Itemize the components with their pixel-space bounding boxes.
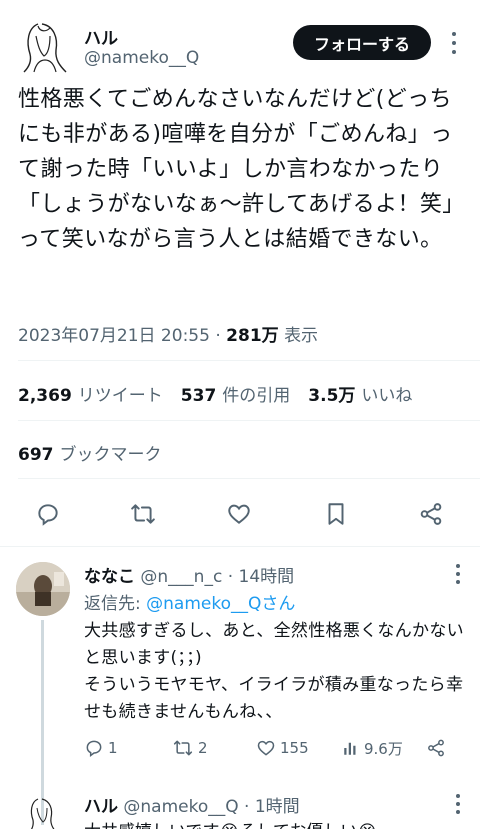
reply-author-handle[interactable]: @n___n_c bbox=[140, 567, 222, 587]
likes-count: 3.5万 bbox=[308, 386, 356, 406]
reply-avatar[interactable] bbox=[16, 562, 70, 616]
reply2-avatar[interactable] bbox=[26, 796, 60, 829]
author-handle[interactable]: @nameko__Q bbox=[84, 48, 199, 68]
like-icon[interactable] bbox=[219, 494, 259, 534]
reply-likes-count: 155 bbox=[280, 739, 309, 757]
quotes-label: 件の引用 bbox=[222, 386, 291, 406]
reply-action-bar: 1 2 155 9.6万 bbox=[84, 734, 464, 762]
thread-line bbox=[41, 620, 44, 825]
reply-like-button[interactable]: 155 bbox=[256, 734, 309, 762]
tweet-meta: 2023年07月21日 20:55 · 281万 表示 bbox=[18, 321, 318, 346]
reply2-header: ハル @nameko__Q · 1時間 bbox=[84, 792, 300, 817]
reply-to-label: 返信先: bbox=[84, 594, 147, 614]
reply-author-name[interactable]: ななこ bbox=[84, 567, 135, 587]
reply-share-button[interactable] bbox=[426, 734, 446, 762]
reply-views-button[interactable]: 9.6万 bbox=[342, 734, 403, 762]
reply-reply-button[interactable]: 1 bbox=[84, 734, 118, 762]
share-icon[interactable] bbox=[411, 494, 451, 534]
reply-separator: · bbox=[227, 567, 234, 587]
reply-retweet-button[interactable]: 2 bbox=[172, 734, 208, 762]
author-name[interactable]: ハル bbox=[84, 24, 118, 49]
bookmarks-stat[interactable]: 697 ブックマーク bbox=[18, 440, 162, 465]
quotes-count: 537 bbox=[180, 386, 217, 406]
divider bbox=[0, 546, 480, 547]
bookmarks-count: 697 bbox=[18, 445, 54, 465]
divider bbox=[18, 478, 480, 479]
tweet-action-bar bbox=[0, 494, 480, 534]
reply-replies-count: 1 bbox=[108, 739, 118, 757]
reply-more-icon[interactable] bbox=[452, 564, 464, 584]
author-avatar[interactable] bbox=[20, 20, 70, 74]
likes-stat[interactable]: 3.5万 いいね bbox=[308, 381, 412, 406]
quotes-stat[interactable]: 537 件の引用 bbox=[181, 381, 291, 406]
tweet-datetime[interactable]: 2023年07月21日 20:55 bbox=[18, 326, 210, 346]
views-label: 表示 bbox=[284, 326, 319, 346]
reply-header: ななこ @n___n_c · 14時間 bbox=[84, 562, 294, 587]
reply2-more-icon[interactable] bbox=[452, 794, 464, 814]
more-options-icon[interactable] bbox=[448, 32, 460, 54]
bookmark-icon[interactable] bbox=[316, 494, 356, 534]
reply2-text: 大共感嬉しいです😭そしてお優しい😭 bbox=[84, 817, 377, 829]
retweet-icon bbox=[173, 740, 193, 756]
likes-label: いいね bbox=[361, 386, 413, 406]
reply2-author-handle[interactable]: @nameko__Q bbox=[123, 797, 238, 817]
retweets-stat[interactable]: 2,369 リツイート bbox=[18, 381, 163, 406]
share-icon bbox=[428, 739, 444, 757]
views-icon bbox=[344, 742, 356, 755]
tweet-text: 性格悪くてごめんなさいなんだけど(どっちにも非がある)喧嘩を自分が「ごめんね」っ… bbox=[18, 87, 465, 252]
reply-icon bbox=[86, 740, 102, 757]
reply-views-count: 9.6万 bbox=[364, 739, 403, 758]
divider bbox=[18, 420, 480, 421]
retweet-icon[interactable] bbox=[123, 494, 163, 534]
reply-to-handle[interactable]: @nameko__Qさん bbox=[146, 594, 295, 614]
retweets-count: 2,369 bbox=[18, 386, 72, 406]
reply2-separator: · bbox=[244, 797, 250, 817]
tweet-header: ハル @nameko__Q フォローする bbox=[0, 14, 480, 78]
bookmarks-label: ブックマーク bbox=[59, 445, 162, 465]
divider bbox=[18, 360, 480, 361]
reply-to-line: 返信先: @nameko__Qさん bbox=[84, 589, 295, 614]
views-count: 281万 bbox=[226, 326, 279, 346]
reply-time[interactable]: 14時間 bbox=[239, 567, 295, 587]
retweets-label: リツイート bbox=[77, 386, 163, 406]
reply-text: 大共感すぎるし、あと、全然性格悪くなんかないと思います(；；) そういうモヤモヤ… bbox=[84, 621, 464, 722]
reply-retweets-count: 2 bbox=[198, 739, 208, 757]
reply2-author-name[interactable]: ハル bbox=[84, 797, 118, 817]
reply-icon[interactable] bbox=[28, 494, 68, 534]
reply2-time[interactable]: 1時間 bbox=[255, 797, 300, 817]
meta-separator: · bbox=[215, 326, 227, 346]
follow-button[interactable]: フォローする bbox=[293, 25, 431, 60]
like-icon bbox=[257, 740, 275, 756]
tweet-stats: 2,369 リツイート 537 件の引用 3.5万 いいね bbox=[18, 381, 430, 406]
